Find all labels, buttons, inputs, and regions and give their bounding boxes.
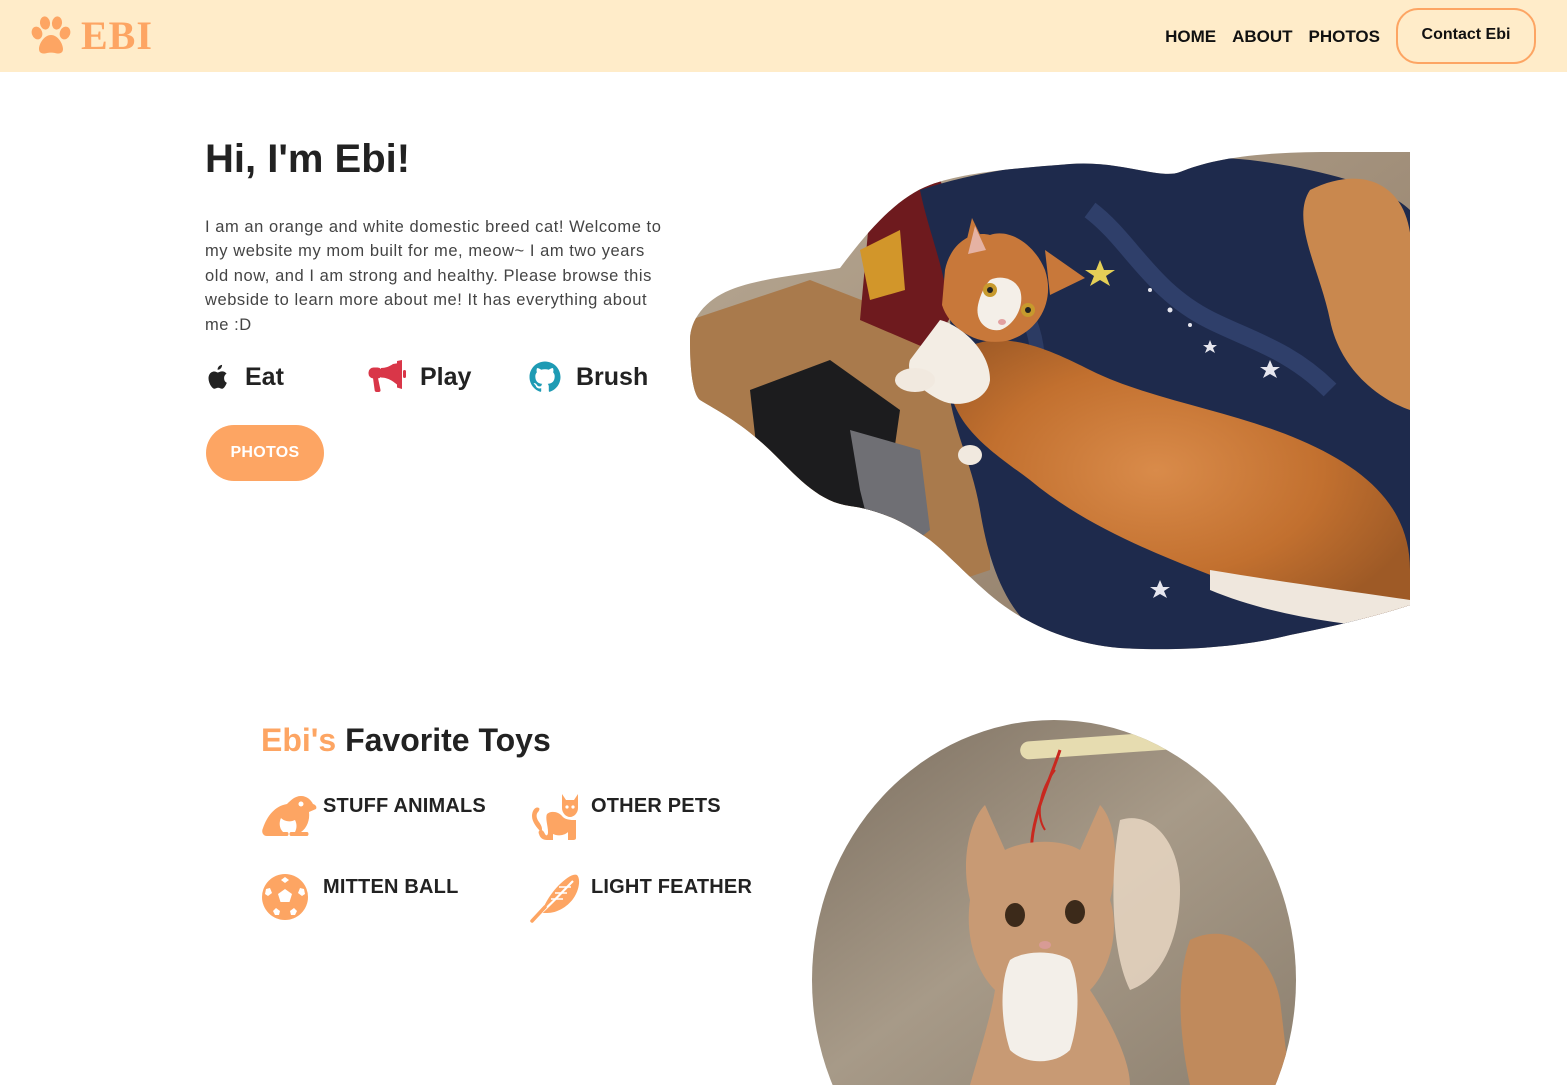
- toy-cat-photo: [812, 720, 1296, 1085]
- soccer-ball-icon: [262, 874, 308, 920]
- megaphone-icon: [368, 360, 406, 392]
- toys-section-title: Ebi's Favorite Toys: [261, 720, 551, 760]
- toy-item-mitten-ball: MITTEN BALL: [261, 873, 459, 923]
- frog-icon: [262, 796, 317, 836]
- brand-name: EBI: [81, 13, 153, 58]
- nav-links: HOME ABOUT PHOTOS: [1149, 26, 1380, 48]
- apple-icon: [208, 364, 227, 389]
- activity-eat: Eat: [205, 358, 284, 396]
- navbar: EBI HOME ABOUT PHOTOS Contact Ebi: [0, 0, 1567, 72]
- github-icon: [529, 361, 561, 392]
- toy-label-mitten-ball: MITTEN BALL: [323, 876, 459, 898]
- toys-title-accent: Ebi's: [261, 722, 337, 758]
- toy-item-other-pets: OTHER PETS: [529, 792, 721, 842]
- toys-title-rest: Favorite Toys: [345, 722, 551, 758]
- paw-icon: [31, 16, 71, 54]
- nav-link-photos[interactable]: PHOTOS: [1309, 26, 1380, 48]
- hero-title: Hi, I'm Ebi!: [205, 137, 411, 181]
- cat-icon: [532, 794, 578, 840]
- brand-logo[interactable]: EBI: [30, 14, 153, 58]
- feather-icon: [530, 874, 580, 923]
- hero-description: I am an orange and white domestic breed …: [205, 218, 662, 334]
- activity-label-eat: Eat: [245, 363, 284, 391]
- activity-brush: Brush: [528, 358, 648, 396]
- toy-label-other-pets: OTHER PETS: [591, 795, 721, 817]
- activity-label-play: Play: [420, 363, 472, 391]
- activity-label-brush: Brush: [576, 363, 649, 391]
- hero-cat-photo: [690, 152, 1410, 650]
- contact-button[interactable]: Contact Ebi: [1396, 8, 1536, 64]
- toy-item-light-feather: LIGHT FEATHER: [529, 873, 752, 923]
- toy-label-stuff-animals: STUFF ANIMALS: [323, 795, 486, 817]
- toy-item-stuff-animals: STUFF ANIMALS: [261, 792, 486, 842]
- activity-play: Play: [366, 358, 471, 396]
- toy-label-light-feather: LIGHT FEATHER: [591, 876, 753, 898]
- nav-link-home[interactable]: HOME: [1165, 26, 1216, 48]
- nav-link-about[interactable]: ABOUT: [1232, 26, 1292, 48]
- photos-button[interactable]: PHOTOS: [206, 425, 324, 481]
